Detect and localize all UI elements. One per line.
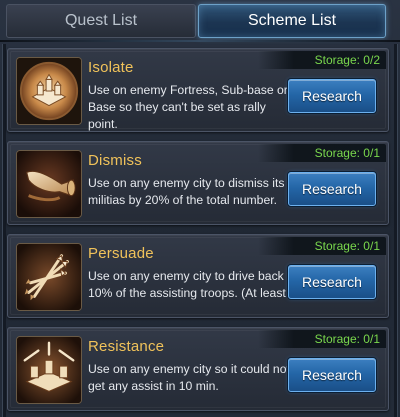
tab-bar: Quest List Scheme List xyxy=(0,0,400,42)
scheme-card-resistance: Resistance Use on any enemy city so it c… xyxy=(7,327,389,411)
scheme-title: Persuade xyxy=(88,245,154,262)
scheme-description: Use on enemy Fortress, Sub-base or Base … xyxy=(88,83,288,131)
research-button-dismiss[interactable]: Research xyxy=(288,172,376,206)
research-button-persuade[interactable]: Research xyxy=(288,265,376,299)
storage-label: Storage: 0/1 xyxy=(258,237,386,255)
scheme-title: Isolate xyxy=(88,59,134,76)
storage-label: Storage: 0/1 xyxy=(258,330,386,348)
scheme-panel: Quest List Scheme List Isolate Use on en… xyxy=(0,0,400,417)
research-button-isolate[interactable]: Research xyxy=(288,79,376,113)
arrows-icon xyxy=(16,243,82,311)
storage-label: Storage: 0/2 xyxy=(258,51,386,69)
research-button-resistance[interactable]: Research xyxy=(288,358,376,392)
scheme-card-isolate: Isolate Use on enemy Fortress, Sub-base … xyxy=(7,48,389,132)
right-rail xyxy=(394,44,398,417)
tab-scheme-list[interactable]: Scheme List xyxy=(198,4,386,38)
left-rail xyxy=(2,44,6,417)
horn-icon xyxy=(16,150,82,218)
tab-divider xyxy=(0,40,400,42)
scheme-card-dismiss: Dismiss Use on any enemy city to dismiss… xyxy=(7,141,389,225)
scheme-description: Use on any enemy city to dismiss its mil… xyxy=(88,176,285,207)
scheme-title: Dismiss xyxy=(88,152,142,169)
storage-label: Storage: 0/1 xyxy=(258,144,386,162)
scheme-description: Use on any enemy city to drive back 10% … xyxy=(88,269,296,300)
barricade-icon xyxy=(16,336,82,404)
scheme-title: Resistance xyxy=(88,338,165,355)
fortress-icon xyxy=(16,57,82,125)
scheme-card-persuade: Persuade Use on any enemy city to drive … xyxy=(7,234,389,318)
tab-quest-list[interactable]: Quest List xyxy=(6,4,196,38)
scheme-description: Use on any enemy city so it could not ge… xyxy=(88,362,290,393)
